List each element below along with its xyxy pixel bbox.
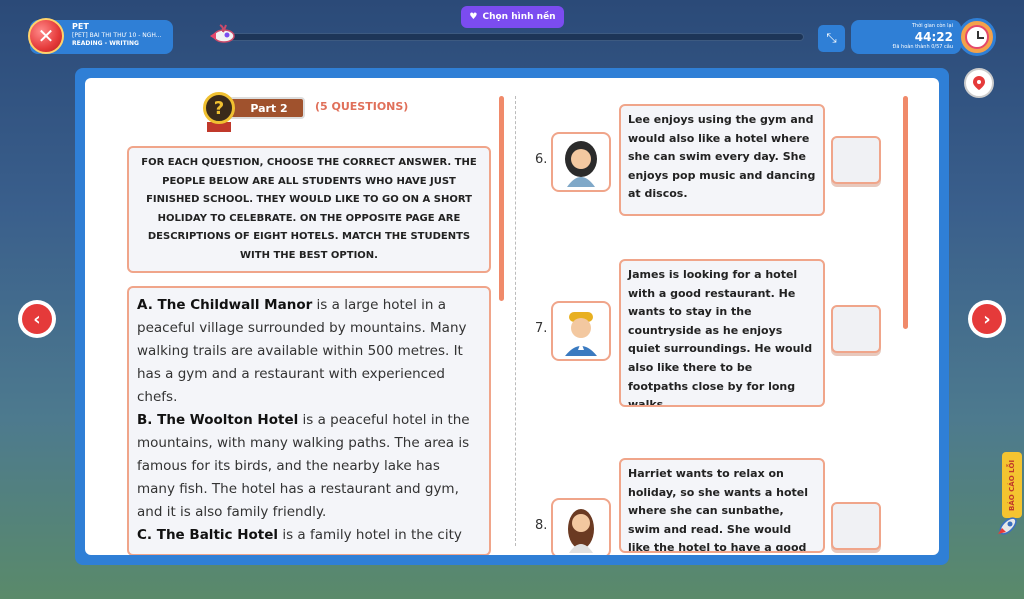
- hotel-item: C. The Baltic Hotel is a family hotel in…: [137, 524, 481, 547]
- clock-icon: [958, 18, 996, 56]
- man-avatar-icon: [565, 312, 597, 356]
- question-description: James is looking for a hotel with a good…: [619, 259, 825, 407]
- heart-icon: ♥: [469, 12, 478, 22]
- column-divider: [515, 96, 516, 546]
- exit-button[interactable]: ✕: [28, 18, 64, 54]
- map-pin-icon: [973, 76, 985, 90]
- avatar: [551, 498, 611, 555]
- timer-value: 44:22: [914, 30, 953, 44]
- woman-avatar-icon: [568, 509, 594, 553]
- question-number: 7.: [535, 321, 548, 336]
- choose-background-label: Chọn hình nền: [482, 12, 556, 22]
- test-name: [PET] BÀI THI THỬ 10 - NGH...: [72, 32, 162, 39]
- top-bar: PET [PET] BÀI THI THỬ 10 - NGH... READIN…: [0, 0, 1024, 62]
- question-mark-icon: ?: [203, 92, 235, 124]
- hotel-text: is a peaceful hotel in the mountains, wi…: [137, 412, 470, 520]
- report-error-button[interactable]: BÁO CÁO LỖI: [1002, 452, 1022, 518]
- hotel-name: C. The Baltic Hotel: [137, 527, 279, 543]
- exam-content: ? Part 2 (5 QUESTIONS) FOR EACH QUESTION…: [85, 78, 939, 555]
- question-description: Harriet wants to relax on holiday, so sh…: [619, 458, 825, 553]
- answer-dropzone[interactable]: [831, 136, 881, 184]
- answer-dropzone[interactable]: [831, 305, 881, 353]
- hotel-name: A. The Childwall Manor: [137, 297, 313, 313]
- chevron-right-icon: ›: [972, 304, 1002, 334]
- timer-card: Thời gian còn lại 44:22 Đã hoàn thành 0/…: [851, 20, 961, 54]
- question-number: 8.: [535, 518, 548, 533]
- bookmark-button[interactable]: [964, 68, 994, 98]
- avatar: [551, 301, 611, 361]
- next-button[interactable]: ›: [968, 300, 1006, 338]
- course-name: PET: [72, 22, 89, 31]
- exam-panel: ? Part 2 (5 QUESTIONS) FOR EACH QUESTION…: [75, 68, 949, 565]
- part-label: Part 2: [225, 97, 305, 119]
- collapse-icon: ⤡: [826, 31, 837, 46]
- hotel-name: B. The Woolton Hotel: [137, 412, 299, 428]
- woman-avatar-icon: [565, 141, 597, 187]
- rocket-icon: [998, 517, 1017, 535]
- completed-count: Đã hoàn thành 0/57 câu: [892, 44, 954, 50]
- right-scrollbar[interactable]: [903, 96, 908, 329]
- hotel-item: A. The Childwall Manor is a large hotel …: [137, 294, 481, 409]
- collapse-button[interactable]: ⤡: [818, 25, 845, 52]
- question-count: (5 QUESTIONS): [315, 100, 409, 113]
- part-badge: ? Part 2: [203, 92, 308, 132]
- answer-dropzone[interactable]: [831, 502, 881, 550]
- chevron-left-icon: ‹: [22, 304, 52, 334]
- question-description: Lee enjoys using the gym and would also …: [619, 104, 825, 216]
- left-scrollbar[interactable]: [499, 96, 504, 301]
- question-number: 6.: [535, 152, 548, 167]
- timer-label: Thời gian còn lại: [911, 23, 953, 29]
- close-icon: ✕: [37, 24, 55, 48]
- hotel-text: is a family hotel in the city: [278, 527, 462, 543]
- instructions-box: FOR EACH QUESTION, CHOOSE THE CORRECT AN…: [127, 146, 491, 273]
- previous-button[interactable]: ‹: [18, 300, 56, 338]
- progress-bar: [222, 33, 804, 41]
- hotel-text: is a large hotel in a peaceful village s…: [137, 297, 467, 405]
- avatar: [551, 132, 611, 192]
- rocket-icon: [210, 24, 235, 43]
- hotel-descriptions: A. The Childwall Manor is a large hotel …: [127, 286, 491, 555]
- choose-background-button[interactable]: ♥ Chọn hình nền: [461, 6, 564, 28]
- hotel-item: B. The Woolton Hotel is a peaceful hotel…: [137, 409, 481, 524]
- skill-name: READING - WRITING: [72, 40, 139, 47]
